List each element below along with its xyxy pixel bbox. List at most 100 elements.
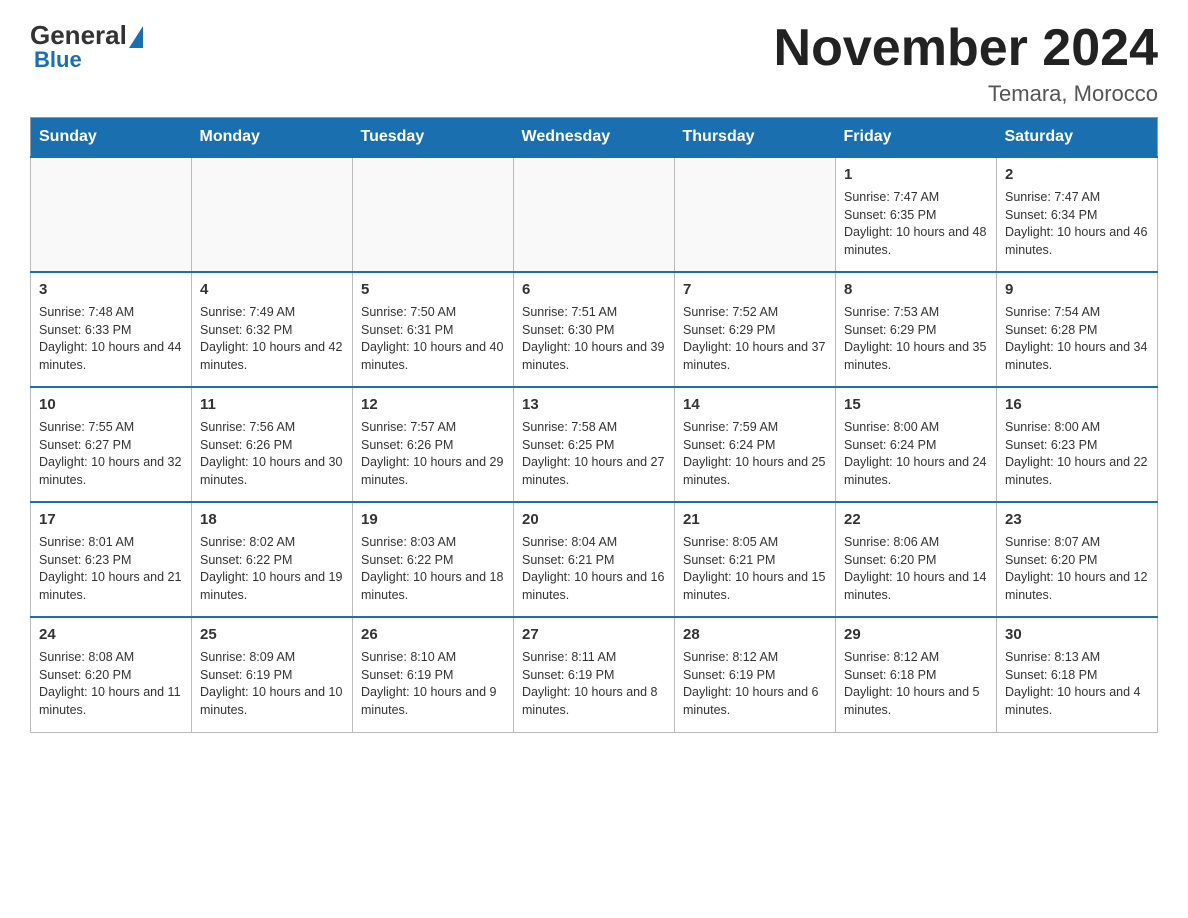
day-number: 14: [683, 394, 827, 415]
calendar-cell: 29Sunrise: 8:12 AMSunset: 6:18 PMDayligh…: [836, 617, 997, 732]
calendar-cell: [31, 157, 192, 272]
calendar-cell: 23Sunrise: 8:07 AMSunset: 6:20 PMDayligh…: [997, 502, 1158, 617]
col-wednesday: Wednesday: [514, 118, 675, 158]
day-number: 13: [522, 394, 666, 415]
day-info: Sunrise: 8:08 AMSunset: 6:20 PMDaylight:…: [39, 649, 183, 719]
logo-triangle-icon: [129, 26, 143, 48]
day-info: Sunrise: 7:53 AMSunset: 6:29 PMDaylight:…: [844, 304, 988, 374]
calendar-cell: 3 Sunrise: 7:48 AMSunset: 6:33 PMDaylight…: [31, 272, 192, 387]
calendar-cell: 9 Sunrise: 7:54 AMSunset: 6:28 PMDaylight…: [997, 272, 1158, 387]
day-number: 24: [39, 624, 183, 645]
day-info: Sunrise: 7:52 AMSunset: 6:29 PMDaylight:…: [683, 304, 827, 374]
day-number: 18: [200, 509, 344, 530]
day-number: 7: [683, 279, 827, 300]
calendar-cell: 28 Sunrise: 8:12 AMSunset: 6:19 PMDayligh…: [675, 617, 836, 732]
calendar-cell: 20 Sunrise: 8:04 AMSunset: 6:21 PMDayligh…: [514, 502, 675, 617]
calendar-cell: 5 Sunrise: 7:50 AMSunset: 6:31 PMDaylight…: [353, 272, 514, 387]
day-number: 3: [39, 279, 183, 300]
calendar-cell: 10Sunrise: 7:55 AMSunset: 6:27 PMDayligh…: [31, 387, 192, 502]
day-number: 26: [361, 624, 505, 645]
day-info: Sunrise: 8:00 AMSunset: 6:24 PMDaylight:…: [844, 419, 988, 489]
day-info: Sunrise: 7:55 AMSunset: 6:27 PMDaylight:…: [39, 419, 183, 489]
day-info: Sunrise: 8:01 AMSunset: 6:23 PMDaylight:…: [39, 534, 183, 604]
calendar-cell: 1 Sunrise: 7:47 AMSunset: 6:35 PMDaylight…: [836, 157, 997, 272]
calendar-cell: 14 Sunrise: 7:59 AMSunset: 6:24 PMDayligh…: [675, 387, 836, 502]
calendar-cell: 18Sunrise: 8:02 AMSunset: 6:22 PMDayligh…: [192, 502, 353, 617]
calendar-cell: 17 Sunrise: 8:01 AMSunset: 6:23 PMDayligh…: [31, 502, 192, 617]
day-info: Sunrise: 8:12 AMSunset: 6:19 PMDaylight:…: [683, 649, 827, 719]
calendar-cell: [514, 157, 675, 272]
day-number: 30: [1005, 624, 1149, 645]
day-info: Sunrise: 8:10 AMSunset: 6:19 PMDaylight:…: [361, 649, 505, 719]
col-monday: Monday: [192, 118, 353, 158]
day-info: Sunrise: 8:12 AMSunset: 6:18 PMDaylight:…: [844, 649, 988, 719]
day-info: Sunrise: 7:48 AMSunset: 6:33 PMDaylight:…: [39, 304, 183, 374]
day-number: 12: [361, 394, 505, 415]
col-sunday: Sunday: [31, 118, 192, 158]
calendar-cell: 26 Sunrise: 8:10 AMSunset: 6:19 PMDayligh…: [353, 617, 514, 732]
day-number: 11: [200, 394, 344, 415]
day-number: 19: [361, 509, 505, 530]
day-number: 25: [200, 624, 344, 645]
week-row-4: 17 Sunrise: 8:01 AMSunset: 6:23 PMDayligh…: [31, 502, 1158, 617]
day-number: 16: [1005, 394, 1149, 415]
day-info: Sunrise: 7:50 AMSunset: 6:31 PMDaylight:…: [361, 304, 505, 374]
day-number: 1: [844, 164, 988, 185]
calendar-cell: 4 Sunrise: 7:49 AMSunset: 6:32 PMDaylight…: [192, 272, 353, 387]
day-info: Sunrise: 7:54 AMSunset: 6:28 PMDaylight:…: [1005, 304, 1149, 374]
calendar-cell: 27Sunrise: 8:11 AMSunset: 6:19 PMDayligh…: [514, 617, 675, 732]
day-info: Sunrise: 8:09 AMSunset: 6:19 PMDaylight:…: [200, 649, 344, 719]
day-number: 17: [39, 509, 183, 530]
day-info: Sunrise: 7:47 AMSunset: 6:34 PMDaylight:…: [1005, 189, 1149, 259]
calendar-cell: 8 Sunrise: 7:53 AMSunset: 6:29 PMDaylight…: [836, 272, 997, 387]
week-row-1: 1 Sunrise: 7:47 AMSunset: 6:35 PMDaylight…: [31, 157, 1158, 272]
day-info: Sunrise: 7:47 AMSunset: 6:35 PMDaylight:…: [844, 189, 988, 259]
week-row-2: 3 Sunrise: 7:48 AMSunset: 6:33 PMDaylight…: [31, 272, 1158, 387]
calendar-cell: 15Sunrise: 8:00 AMSunset: 6:24 PMDayligh…: [836, 387, 997, 502]
day-info: Sunrise: 8:04 AMSunset: 6:21 PMDaylight:…: [522, 534, 666, 604]
calendar-cell: 22Sunrise: 8:06 AMSunset: 6:20 PMDayligh…: [836, 502, 997, 617]
day-number: 8: [844, 279, 988, 300]
day-number: 9: [1005, 279, 1149, 300]
day-info: Sunrise: 8:06 AMSunset: 6:20 PMDaylight:…: [844, 534, 988, 604]
day-info: Sunrise: 8:00 AMSunset: 6:23 PMDaylight:…: [1005, 419, 1149, 489]
calendar-cell: 25 Sunrise: 8:09 AMSunset: 6:19 PMDayligh…: [192, 617, 353, 732]
logo-blue-text: Blue: [34, 47, 82, 73]
calendar-cell: [353, 157, 514, 272]
day-number: 21: [683, 509, 827, 530]
day-number: 27: [522, 624, 666, 645]
day-info: Sunrise: 7:56 AMSunset: 6:26 PMDaylight:…: [200, 419, 344, 489]
calendar-cell: 30 Sunrise: 8:13 AMSunset: 6:18 PMDayligh…: [997, 617, 1158, 732]
col-tuesday: Tuesday: [353, 118, 514, 158]
day-info: Sunrise: 7:57 AMSunset: 6:26 PMDaylight:…: [361, 419, 505, 489]
day-number: 2: [1005, 164, 1149, 185]
calendar-cell: 16 Sunrise: 8:00 AMSunset: 6:23 PMDayligh…: [997, 387, 1158, 502]
day-info: Sunrise: 7:49 AMSunset: 6:32 PMDaylight:…: [200, 304, 344, 374]
calendar-cell: [192, 157, 353, 272]
day-number: 28: [683, 624, 827, 645]
calendar-cell: 6Sunrise: 7:51 AMSunset: 6:30 PMDaylight…: [514, 272, 675, 387]
calendar-cell: 19 Sunrise: 8:03 AMSunset: 6:22 PMDayligh…: [353, 502, 514, 617]
day-info: Sunrise: 8:13 AMSunset: 6:18 PMDaylight:…: [1005, 649, 1149, 719]
calendar-cell: 12 Sunrise: 7:57 AMSunset: 6:26 PMDayligh…: [353, 387, 514, 502]
col-thursday: Thursday: [675, 118, 836, 158]
calendar-header-row: Sunday Monday Tuesday Wednesday Thursday…: [31, 118, 1158, 158]
day-number: 4: [200, 279, 344, 300]
calendar-cell: [675, 157, 836, 272]
calendar-cell: 21 Sunrise: 8:05 AMSunset: 6:21 PMDayligh…: [675, 502, 836, 617]
day-info: Sunrise: 7:59 AMSunset: 6:24 PMDaylight:…: [683, 419, 827, 489]
calendar-cell: 2 Sunrise: 7:47 AMSunset: 6:34 PMDaylight…: [997, 157, 1158, 272]
day-number: 20: [522, 509, 666, 530]
calendar-cell: 13Sunrise: 7:58 AMSunset: 6:25 PMDayligh…: [514, 387, 675, 502]
day-info: Sunrise: 7:51 AMSunset: 6:30 PMDaylight:…: [522, 304, 666, 374]
week-row-3: 10Sunrise: 7:55 AMSunset: 6:27 PMDayligh…: [31, 387, 1158, 502]
location-text: Temara, Morocco: [774, 81, 1158, 107]
day-number: 5: [361, 279, 505, 300]
day-info: Sunrise: 8:07 AMSunset: 6:20 PMDaylight:…: [1005, 534, 1149, 604]
month-title: November 2024: [774, 20, 1158, 77]
col-friday: Friday: [836, 118, 997, 158]
day-info: Sunrise: 8:03 AMSunset: 6:22 PMDaylight:…: [361, 534, 505, 604]
calendar-cell: 11 Sunrise: 7:56 AMSunset: 6:26 PMDayligh…: [192, 387, 353, 502]
title-section: November 2024 Temara, Morocco: [774, 20, 1158, 107]
day-info: Sunrise: 8:05 AMSunset: 6:21 PMDaylight:…: [683, 534, 827, 604]
